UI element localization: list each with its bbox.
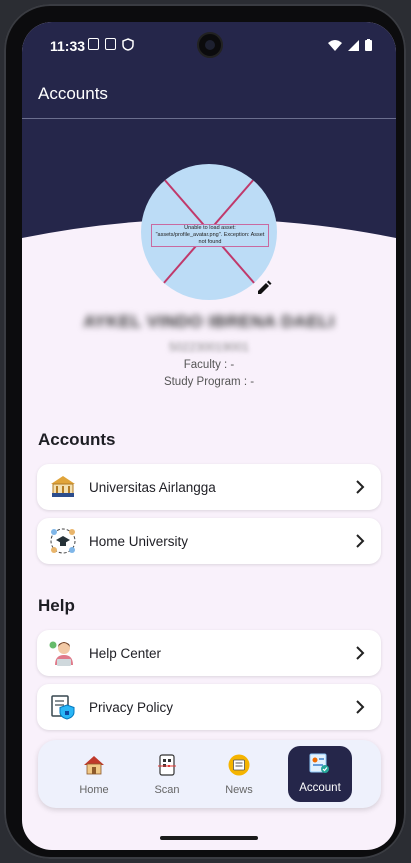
chevron-right-icon	[356, 480, 365, 494]
appbar-divider	[22, 118, 396, 119]
nav-news[interactable]: News	[209, 748, 269, 800]
nav-label: Account	[299, 782, 341, 794]
chevron-right-icon	[356, 700, 365, 714]
phone-frame: 11:33 Accounts Unable to load asset: "as…	[4, 4, 406, 859]
screen: 11:33 Accounts Unable to load asset: "as…	[22, 22, 396, 850]
chevron-right-icon	[356, 534, 365, 548]
privacy-shield-icon	[51, 695, 75, 720]
avatar-error-text: Unable to load asset: "assets/profile_av…	[151, 224, 269, 247]
signal-icon	[348, 39, 359, 51]
page-title: Accounts	[38, 84, 108, 103]
nav-home[interactable]: Home	[64, 748, 124, 800]
status-bar: 11:33	[22, 22, 396, 68]
help-section-title: Help	[38, 596, 75, 615]
student-id: 502230019001	[168, 340, 250, 354]
graduation-network-icon	[50, 528, 76, 554]
vpn-shield-icon	[122, 38, 134, 51]
app-notification-icon	[105, 38, 116, 50]
help-item-label: Privacy Policy	[89, 699, 174, 715]
newspaper-icon	[228, 754, 250, 776]
wifi-icon	[328, 39, 342, 51]
notification-icons	[88, 38, 134, 51]
status-time: 11:33	[50, 38, 86, 54]
nav-scan[interactable]: Scan	[137, 748, 197, 800]
nav-label: Home	[79, 784, 109, 796]
account-item-label: Universitas Airlangga	[89, 479, 216, 495]
home-indicator[interactable]	[160, 836, 258, 840]
house-icon	[84, 756, 104, 775]
battery-icon	[365, 39, 372, 51]
help-item-help-center[interactable]: Help Center	[37, 630, 381, 676]
edit-avatar-icon[interactable]	[253, 277, 275, 299]
faculty-text: Faculty : -	[183, 359, 235, 371]
account-card-icon	[309, 753, 329, 773]
sd-card-icon	[88, 38, 99, 50]
bottom-navigation: Home Scan News Account	[38, 740, 381, 808]
accounts-section-title: Accounts	[38, 430, 116, 449]
qr-scan-icon	[158, 754, 176, 776]
help-item-label: Help Center	[89, 645, 162, 661]
front-camera	[197, 32, 223, 58]
nav-label: Scan	[154, 784, 180, 796]
student-name: AYKEL VINDO IBRENA DAELI	[83, 312, 335, 331]
help-item-privacy-policy[interactable]: Privacy Policy	[37, 684, 381, 730]
support-agent-icon	[49, 641, 73, 666]
study-program-text: Study Program : -	[163, 376, 255, 388]
account-item-home-university[interactable]: Home University	[37, 518, 381, 564]
university-icon	[51, 476, 75, 497]
nav-account[interactable]: Account	[288, 746, 352, 802]
nav-label: News	[225, 784, 253, 796]
chevron-right-icon	[356, 646, 365, 660]
system-icons	[328, 39, 372, 51]
account-item-universitas-airlangga[interactable]: Universitas Airlangga	[37, 464, 381, 510]
account-item-label: Home University	[89, 533, 189, 549]
